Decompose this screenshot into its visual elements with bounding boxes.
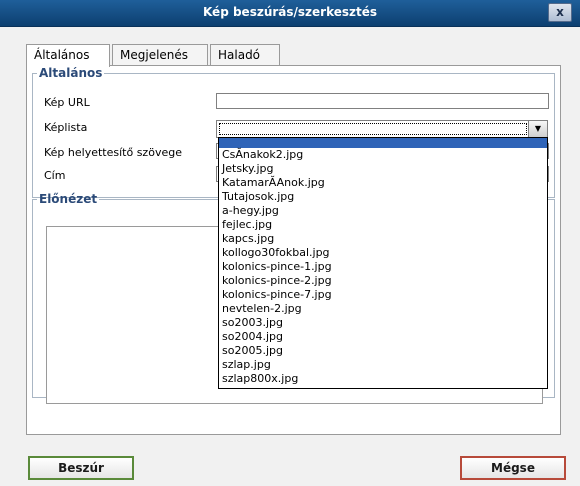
image-list-select[interactable]: ▼ xyxy=(216,120,548,138)
close-button[interactable]: x xyxy=(548,3,572,22)
alt-text-label: Kép helyettesítő szövege xyxy=(44,146,182,159)
general-legend: Általános xyxy=(39,66,103,80)
list-item[interactable]: szlap800x.jpg xyxy=(219,372,547,386)
list-item[interactable]: so2004.jpg xyxy=(219,330,547,344)
list-item[interactable]: KatamarĂAnok.jpg xyxy=(219,176,547,190)
insert-button[interactable]: Beszúr xyxy=(28,456,134,480)
list-item[interactable]: a-hegy.jpg xyxy=(219,204,547,218)
selected-empty-option[interactable] xyxy=(219,138,547,148)
preview-legend: Előnézet xyxy=(39,192,98,206)
image-url-input[interactable] xyxy=(216,93,549,109)
image-list-dropdown[interactable]: CsĂnakok2.jpg Jetsky.jpg KatamarĂAnok.jp… xyxy=(218,137,548,389)
list-item[interactable]: kapcs.jpg xyxy=(219,232,547,246)
title-bar[interactable]: Kép beszúrás/szerkesztés x xyxy=(0,0,580,27)
dialog-title: Kép beszúrás/szerkesztés xyxy=(202,5,378,19)
list-item[interactable]: fejlec.jpg xyxy=(219,218,547,232)
list-item[interactable]: so2003.jpg xyxy=(219,316,547,330)
tab-general[interactable]: Általános xyxy=(26,44,110,67)
cancel-button[interactable]: Mégse xyxy=(460,456,566,480)
list-item[interactable]: kolonics-pince-2.jpg xyxy=(219,274,547,288)
list-item[interactable]: kolonics-pince-7.jpg xyxy=(219,288,547,302)
list-item[interactable]: kolonics-pince-1.jpg xyxy=(219,260,547,274)
list-item[interactable]: szlap.jpg xyxy=(219,358,547,372)
chevron-down-icon[interactable]: ▼ xyxy=(528,121,547,137)
list-item[interactable]: Jetsky.jpg xyxy=(219,162,547,176)
title-label: Cím xyxy=(44,169,66,182)
list-item[interactable]: so2005.jpg xyxy=(219,344,547,358)
list-item[interactable]: Tutajosok.jpg xyxy=(219,190,547,204)
tab-advanced[interactable]: Haladó xyxy=(210,44,280,65)
image-list-label: Képlista xyxy=(44,121,88,134)
tab-appearance[interactable]: Megjelenés xyxy=(112,44,208,65)
image-url-label: Kép URL xyxy=(44,96,90,109)
list-item[interactable]: kollogo30fokbal.jpg xyxy=(219,246,547,260)
list-item[interactable]: nevtelen-2.jpg xyxy=(219,302,547,316)
select-focus-ring xyxy=(219,123,527,135)
list-item[interactable]: CsĂnakok2.jpg xyxy=(219,148,547,162)
